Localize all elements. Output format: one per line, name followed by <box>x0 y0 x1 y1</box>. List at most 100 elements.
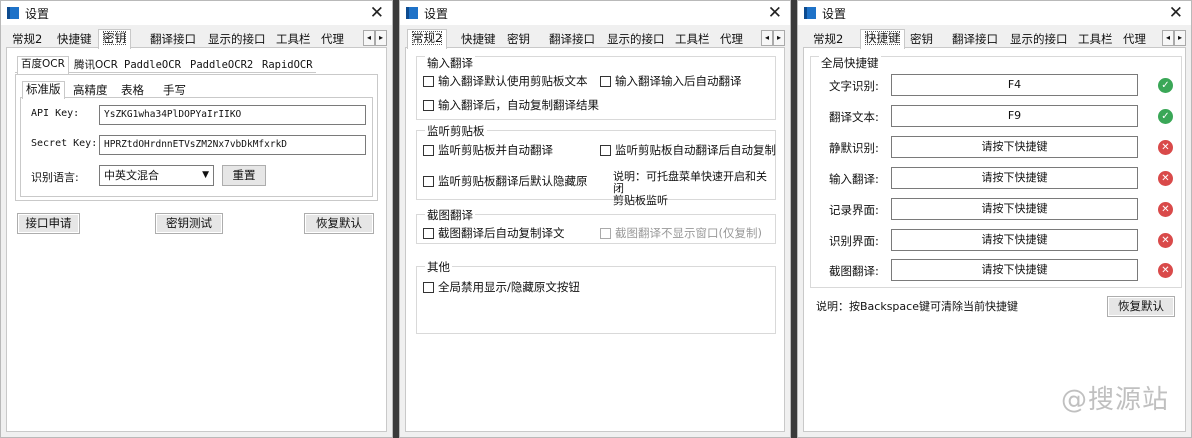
tab-toolbar[interactable]: 工具栏 <box>272 31 315 48</box>
chevron-down-icon: ▼ <box>202 170 209 180</box>
tab-baidu-ocr[interactable]: 百度OCR <box>17 56 69 74</box>
hotkeys-panel: 全局快捷键 文字识别: F4 ✓ 翻译文本: F9 ✓ 静默识别: 请按下快捷键… <box>803 48 1186 432</box>
tab-keys[interactable]: 密钥 <box>503 31 534 48</box>
secret-key-label: Secret Key: <box>31 138 98 149</box>
baidu-mode-tabs: 标准版 高精度 表格 手写 <box>20 81 240 99</box>
checkbox-icon <box>600 75 611 87</box>
tab-translate-api[interactable]: 翻译接口 <box>146 31 200 48</box>
window-title: 设置 <box>25 6 50 21</box>
close-icon[interactable]: ✕ <box>370 2 384 24</box>
hotkey-label-silent-ocr: 静默识别: <box>829 141 879 155</box>
reset-button[interactable]: 重置 <box>222 165 266 186</box>
api-key-input[interactable]: YsZKG1wha34PlDOPYaIrIIKO <box>99 105 366 125</box>
tab-hotkeys[interactable]: 快捷键 <box>860 29 905 49</box>
scroll-right-icon[interactable]: ▸ <box>1174 30 1186 46</box>
scroll-right-icon[interactable]: ▸ <box>773 30 785 46</box>
tab-handwriting[interactable]: 手写 <box>160 83 189 98</box>
status-error-icon: ✕ <box>1158 263 1173 278</box>
tab-proxy[interactable]: 代理 <box>317 31 348 48</box>
checkbox-input-auto-copy[interactable]: 输入翻译后，自动复制翻译结果 <box>423 97 599 113</box>
status-ok-icon: ✓ <box>1158 109 1173 124</box>
group-title-input: 输入翻译 <box>425 55 475 71</box>
scroll-left-icon[interactable]: ◂ <box>363 30 375 46</box>
scroll-right-icon[interactable]: ▸ <box>375 30 387 46</box>
tab-translate-api[interactable]: 翻译接口 <box>948 31 1002 48</box>
hotkey-input-history[interactable]: 请按下快捷键 <box>891 198 1138 220</box>
status-error-icon: ✕ <box>1158 171 1173 186</box>
tab-proxy[interactable]: 代理 <box>1119 31 1150 48</box>
tab-hotkeys[interactable]: 快捷键 <box>457 31 500 48</box>
apply-api-button[interactable]: 接口申请 <box>17 213 80 234</box>
checkbox-disable-toggle-original[interactable]: 全局禁用显示/隐藏原文按钮 <box>423 279 580 295</box>
tab-translate-api[interactable]: 翻译接口 <box>545 31 599 48</box>
hotkey-label-ocr: 文字识别: <box>829 79 879 93</box>
tab-paddle-ocr2[interactable]: PaddleOCR2 <box>187 58 256 73</box>
group-title-other: 其他 <box>425 259 452 275</box>
ocr-provider-tabs: 百度OCR 腾讯OCR PaddleOCR PaddleOCR2 RapidOC… <box>15 56 316 74</box>
tab-proxy[interactable]: 代理 <box>716 31 747 48</box>
tab-scroller: ◂ ▸ <box>1162 30 1186 46</box>
scroll-left-icon[interactable]: ◂ <box>761 30 773 46</box>
checkbox-clipboard-auto-translate[interactable]: 监听剪贴板并自动翻译 <box>423 142 553 158</box>
tab-toolbar[interactable]: 工具栏 <box>1074 31 1117 48</box>
tab-high-accuracy[interactable]: 高精度 <box>70 83 111 98</box>
tab-standard[interactable]: 标准版 <box>22 81 65 99</box>
hotkey-label-translate: 翻译文本: <box>829 110 879 124</box>
tab-toolbar[interactable]: 工具栏 <box>671 31 714 48</box>
checkbox-icon <box>423 281 434 293</box>
ocr-config-box: 标准版 高精度 表格 手写 API Key: YsZKG1wha34PlDOPY… <box>15 74 378 201</box>
tab-paddle-ocr[interactable]: PaddleOCR <box>121 58 184 73</box>
tab-keys[interactable]: 密钥 <box>98 29 131 49</box>
hotkey-label-screenshot: 截图翻译: <box>829 264 879 278</box>
checkbox-clipboard-hide-original[interactable]: 监听剪贴板翻译后默认隐藏原 <box>423 173 588 189</box>
restore-defaults-button[interactable]: 恢复默认 <box>304 213 374 234</box>
tab-general2[interactable]: 常规2 <box>809 31 847 48</box>
scroll-left-icon[interactable]: ◂ <box>1162 30 1174 46</box>
tab-general2[interactable]: 常规2 <box>8 31 46 48</box>
checkbox-clipboard-auto-copy[interactable]: 监听剪贴板自动翻译后自动复制 <box>600 142 776 158</box>
close-icon[interactable]: ✕ <box>1169 2 1183 24</box>
status-error-icon: ✕ <box>1158 233 1173 248</box>
tab-hotkeys[interactable]: 快捷键 <box>53 31 96 48</box>
checkbox-screenshot-no-window[interactable]: 截图翻译不显示窗口(仅复制) <box>600 225 762 241</box>
tab-strip: 常规2 快捷键 密钥 翻译接口 显示的接口 工具栏 代理 ◂ ▸ <box>405 29 785 49</box>
settings-window-keys: 设置 ✕ 常规2 快捷键 密钥 翻译接口 显示的接口 工具栏 代理 ◂ ▸ 百度… <box>0 0 393 438</box>
tab-general2[interactable]: 常规2 <box>407 29 448 49</box>
checkbox-screenshot-auto-copy[interactable]: 截图翻译后自动复制译文 <box>423 225 565 241</box>
keys-panel: 百度OCR 腾讯OCR PaddleOCR PaddleOCR2 RapidOC… <box>6 48 387 432</box>
tab-visible-api[interactable]: 显示的接口 <box>204 31 270 48</box>
tab-keys[interactable]: 密钥 <box>906 31 937 48</box>
tab-tencent-ocr[interactable]: 腾讯OCR <box>71 58 121 73</box>
baidu-form: API Key: YsZKG1wha34PlDOPYaIrIIKO Secret… <box>20 97 373 197</box>
checkbox-input-auto-translate[interactable]: 输入翻译输入后自动翻译 <box>600 73 742 89</box>
tab-visible-api[interactable]: 显示的接口 <box>603 31 669 48</box>
window-title: 设置 <box>424 6 449 21</box>
clipboard-note-line2: 剪贴板监听 <box>613 194 668 207</box>
tab-scroller: ◂ ▸ <box>363 30 387 46</box>
title-bar: 设置 ✕ <box>798 1 1191 25</box>
tab-strip: 常规2 快捷键 密钥 翻译接口 显示的接口 工具栏 代理 ◂ ▸ <box>6 29 387 49</box>
checkbox-icon <box>423 75 434 87</box>
restore-defaults-button[interactable]: 恢复默认 <box>1107 296 1175 317</box>
tab-rapid-ocr[interactable]: RapidOCR <box>259 58 316 73</box>
hotkey-input-screenshot[interactable]: 请按下快捷键 <box>891 259 1138 281</box>
language-value: 中英文混合 <box>104 169 159 182</box>
hotkey-input-ocr[interactable]: F4 <box>891 74 1138 96</box>
checkbox-icon <box>600 144 611 156</box>
checkbox-icon <box>423 144 434 156</box>
language-select[interactable]: 中英文混合 ▼ <box>99 165 214 186</box>
global-hotkeys-group: 全局快捷键 文字识别: F4 ✓ 翻译文本: F9 ✓ 静默识别: 请按下快捷键… <box>810 55 1182 288</box>
hotkey-input-input-translate[interactable]: 请按下快捷键 <box>891 167 1138 189</box>
settings-window-hotkeys: 设置 ✕ 常规2 快捷键 密钥 翻译接口 显示的接口 工具栏 代理 ◂ ▸ 全局… <box>797 0 1192 438</box>
close-icon[interactable]: ✕ <box>768 2 782 24</box>
secret-key-input[interactable]: HPRZtdOHrdnnETVsZM2Nx7vbDkMfxrkD <box>99 135 366 155</box>
tab-visible-api[interactable]: 显示的接口 <box>1006 31 1072 48</box>
tab-table[interactable]: 表格 <box>118 83 147 98</box>
tab-scroller: ◂ ▸ <box>761 30 785 46</box>
checkbox-input-use-clipboard[interactable]: 输入翻译默认使用剪贴板文本 <box>423 73 588 89</box>
hotkey-note: 说明：按Backspace键可清除当前快捷键 <box>816 300 1018 313</box>
hotkey-input-ocr-window[interactable]: 请按下快捷键 <box>891 229 1138 251</box>
hotkey-input-silent-ocr[interactable]: 请按下快捷键 <box>891 136 1138 158</box>
hotkey-input-translate[interactable]: F9 <box>891 105 1138 127</box>
test-key-button[interactable]: 密钥测试 <box>155 213 223 234</box>
